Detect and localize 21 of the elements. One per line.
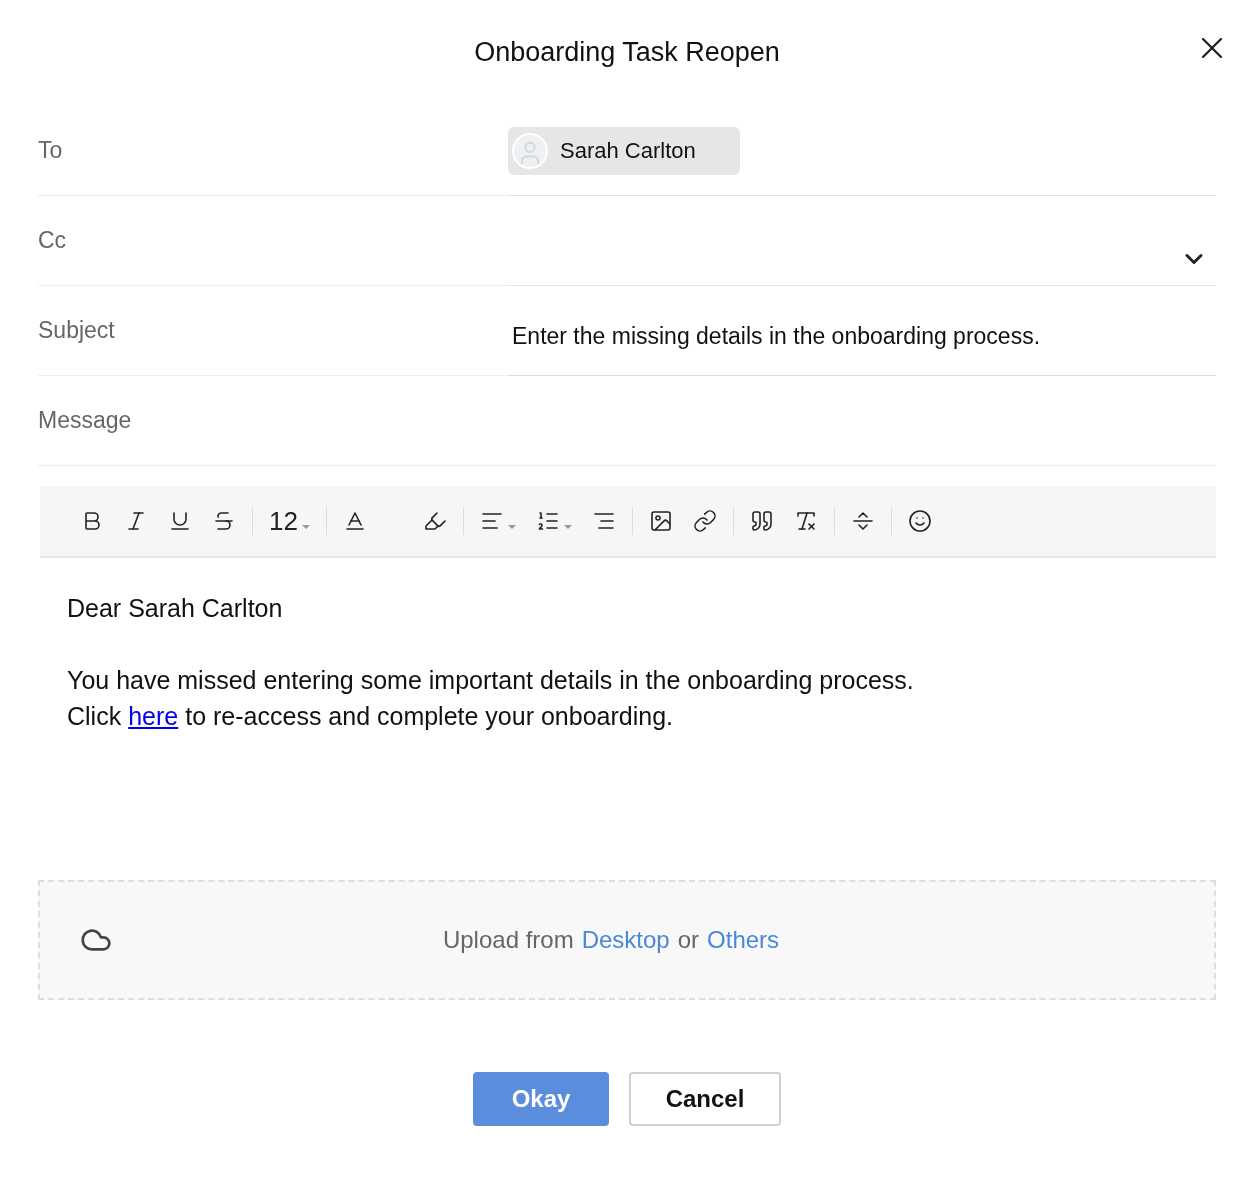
message-text: You have missed entering some important details in the onboarding process. <box>67 665 915 696</box>
field-label: Cc <box>38 226 67 256</box>
here-link[interactable]: here <box>128 698 179 734</box>
caret-icon <box>563 525 572 529</box>
subject-field[interactable]: Enter the missing details in the onboarding process. <box>508 286 1216 376</box>
message-text: to re-access and complete your onboarding. <box>185 701 673 732</box>
or-label: or <box>677 925 700 955</box>
caret-icon <box>507 525 516 529</box>
message-text: Click <box>67 701 122 732</box>
field-label: Subject <box>38 316 115 346</box>
caret-icon <box>301 525 310 529</box>
avatar-icon <box>512 132 548 169</box>
field-label: Message <box>38 406 132 436</box>
cancel-button[interactable]: Cancel <box>629 1072 781 1126</box>
recipient-chip[interactable]: Sarah Carlton <box>508 126 740 175</box>
field-label: To <box>38 136 63 166</box>
font-size-dropdown[interactable]: 12 <box>261 503 318 539</box>
message-greeting: Dear Sarah Carlton <box>67 593 284 624</box>
upload-label: Upload from <box>442 925 574 955</box>
dialog-title: Onboarding Task Reopen <box>474 36 780 69</box>
recipient-name: Sarah Carlton <box>560 137 696 165</box>
